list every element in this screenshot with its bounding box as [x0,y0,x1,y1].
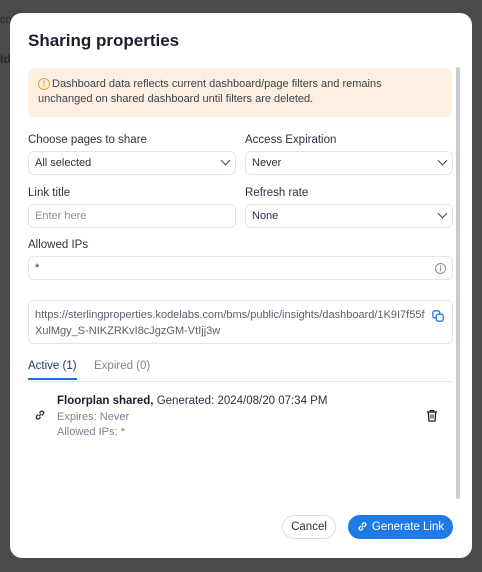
trash-icon[interactable] [426,409,438,422]
share-item-generated: Generated: 2024/08/20 07:34 PM [156,395,328,407]
pages-select[interactable]: All selected [28,151,236,175]
cancel-button[interactable]: Cancel [282,515,336,539]
link-title-placeholder: Enter here [35,210,87,222]
link-title-label: Link title [28,187,71,199]
expiration-label: Access Expiration [245,134,337,146]
share-item-allowed-ips: Allowed IPs: * [57,426,125,438]
share-item-name: Floorplan shared, [57,395,154,407]
allowed-ips-input[interactable]: * i [28,256,453,280]
share-url-text: https://sterlingproperties.kodelabs.com/… [35,309,425,337]
share-tabs: Active (1) Expired (0) [28,360,453,382]
expiration-select-value: Never [252,157,282,169]
refresh-rate-label: Refresh rate [245,187,309,199]
allowed-ips-value: * [35,262,40,274]
allowed-ips-label: Allowed IPs [28,239,89,251]
share-item-expires: Expires: Never [57,411,130,423]
alert-text-line2: unchanged on shared dashboard until filt… [38,93,314,105]
chevron-down-icon [437,155,448,166]
share-item-title: Floorplan shared, Generated: 2024/08/20 … [57,395,327,407]
chevron-down-icon [437,208,448,219]
tab-expired[interactable]: Expired (0) [94,360,150,378]
link-icon [358,522,367,531]
tab-active[interactable]: Active (1) [28,360,77,380]
share-url-box[interactable]: https://sterlingproperties.kodelabs.com/… [28,300,453,344]
warning-circle-icon: ! [38,78,50,90]
alert-text-line1: Dashboard data reflects current dashboar… [52,78,382,90]
generate-link-button[interactable]: Generate Link [348,515,453,539]
copy-icon[interactable] [432,310,444,322]
chevron-down-icon [220,155,231,166]
generate-link-label: Generate Link [371,521,445,533]
refresh-rate-select[interactable]: None [245,204,453,228]
pages-label: Choose pages to share [28,134,147,146]
expiration-select[interactable]: Never [245,151,453,175]
filter-info-alert: ! Dashboard data reflects current dashbo… [28,68,452,117]
refresh-rate-value: None [252,210,279,222]
list-item: Floorplan shared, Generated: 2024/08/20 … [28,393,453,443]
link-icon [35,410,45,420]
modal-title: Sharing properties [28,31,180,50]
pages-select-value: All selected [35,157,92,169]
scrollbar[interactable] [456,67,460,499]
sharing-properties-modal: Sharing properties ! Dashboard data refl… [10,13,472,558]
link-title-input[interactable]: Enter here [28,204,236,228]
alert-text: Dashboard data reflects current dashboar… [38,77,442,107]
info-icon[interactable]: i [435,263,446,274]
